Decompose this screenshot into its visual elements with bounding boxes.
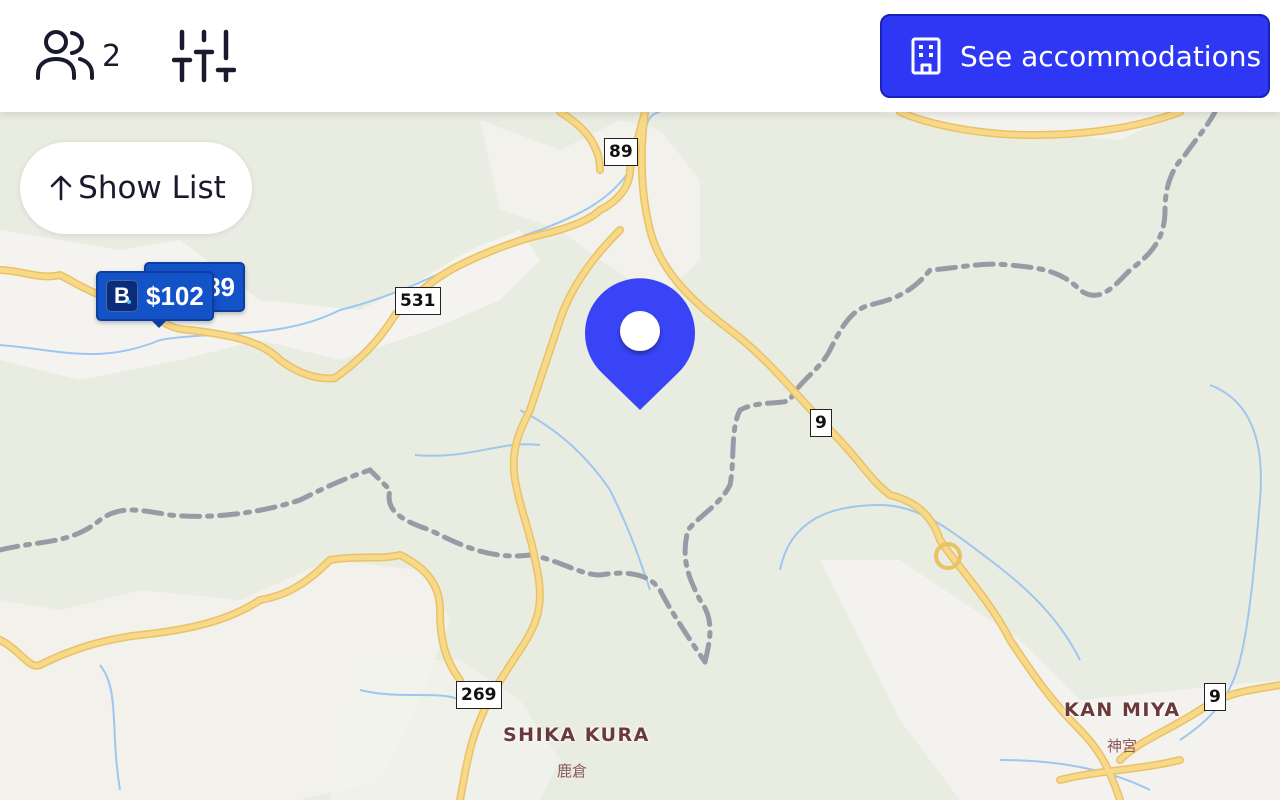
show-list-button[interactable]: Show List <box>20 142 252 234</box>
building-icon <box>911 37 941 75</box>
place-label-kan-miya: KAN MIYA <box>1064 699 1181 721</box>
price-marker-front-label: $102 <box>146 280 204 311</box>
show-list-label: Show List <box>78 170 226 206</box>
top-bar: 2 See accommodations <box>0 0 1280 112</box>
location-pin-icon[interactable] <box>585 278 695 413</box>
see-accommodations-label: See accommodations <box>960 39 1262 73</box>
place-label-shika-kura: SHIKA KURA <box>503 724 650 746</box>
guest-count: 2 <box>102 38 122 74</box>
price-marker-front[interactable]: B $102 <box>96 271 214 328</box>
see-accommodations-button[interactable]: See accommodations <box>880 14 1270 98</box>
filters-sliders-icon[interactable] <box>172 28 236 84</box>
arrow-up-icon <box>50 175 72 201</box>
place-sublabel-shika-kura: 鹿倉 <box>557 762 588 780</box>
route-shield-531: 531 <box>395 287 441 315</box>
route-shield-89: 89 <box>604 138 638 166</box>
guests-button[interactable]: 2 <box>34 28 121 84</box>
users-icon <box>36 30 94 80</box>
route-shield-9-east: 9 <box>1204 683 1226 711</box>
route-shield-269: 269 <box>456 681 502 709</box>
place-sublabel-kan-miya: 神宮 <box>1107 737 1138 755</box>
booking-logo-icon: B <box>106 280 138 312</box>
route-shield-9: 9 <box>810 409 832 437</box>
